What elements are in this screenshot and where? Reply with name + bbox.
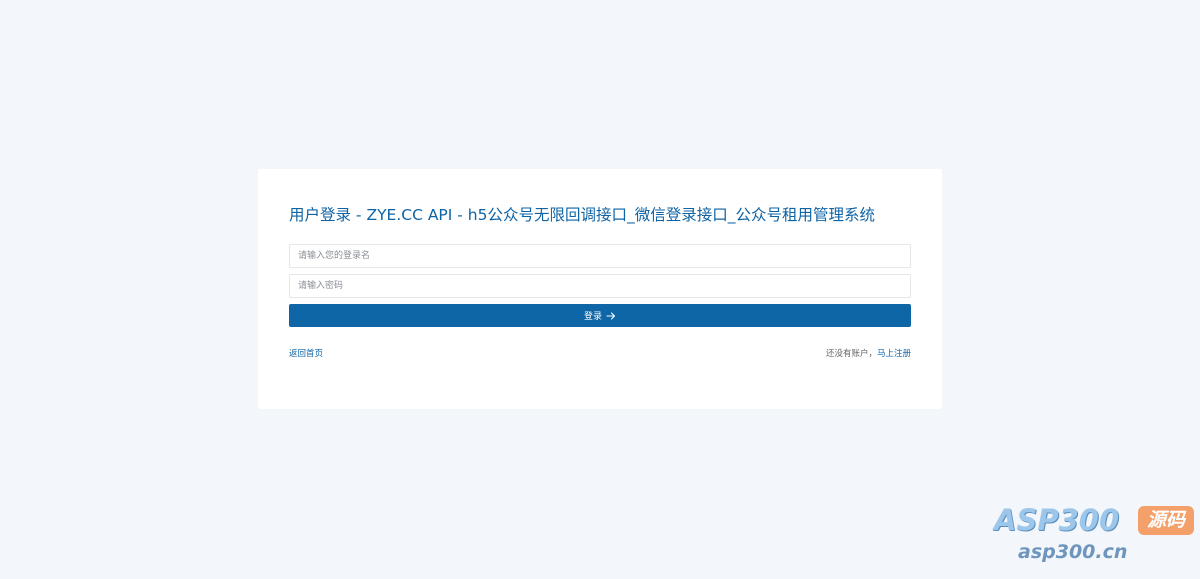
register-link[interactable]: 马上注册: [877, 349, 911, 359]
back-home-link[interactable]: 返回首页: [289, 347, 323, 359]
no-account-text: 还没有账户，: [825, 349, 877, 359]
login-button-label: 登录: [583, 312, 602, 322]
username-input[interactable]: [289, 244, 911, 268]
login-card: 用户登录 - ZYE.CC API - h5公众号无限回调接口_微信登录接口_公…: [258, 169, 942, 409]
password-input[interactable]: [289, 274, 911, 298]
watermark-brand: ASP300: [994, 503, 1120, 537]
register-prompt: 还没有账户，马上注册: [826, 347, 911, 359]
watermark-badge: 源码: [1138, 506, 1194, 535]
login-page: 用户登录 - ZYE.CC API - h5公众号无限回调接口_微信登录接口_公…: [0, 0, 1200, 579]
login-footer: 返回首页 还没有账户，马上注册: [289, 347, 911, 361]
page-title: 用户登录 - ZYE.CC API - h5公众号无限回调接口_微信登录接口_公…: [289, 206, 875, 224]
watermark-url: asp300.cn: [1018, 541, 1128, 563]
watermark-logo: ASP300 源码 asp300.cn: [994, 503, 1194, 571]
login-button[interactable]: 登录: [289, 304, 911, 327]
arrow-right-icon: [606, 311, 616, 321]
